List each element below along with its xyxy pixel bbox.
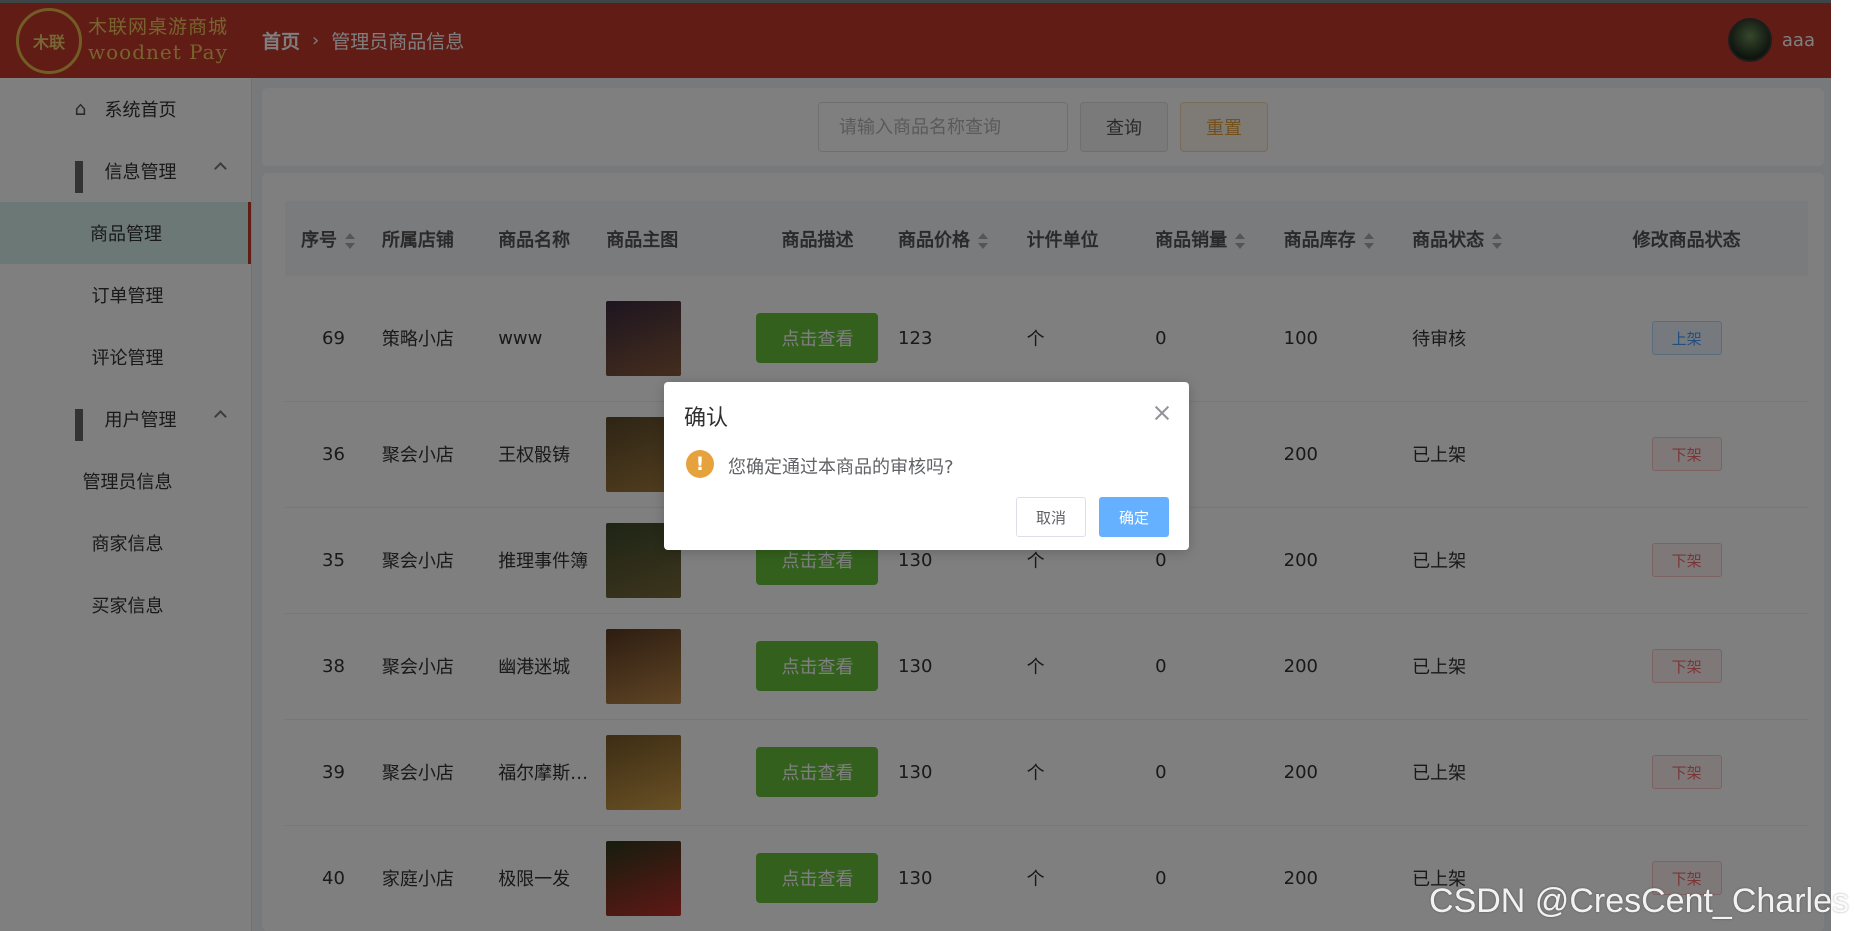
dialog-message: 您确定通过本商品的审核吗?	[728, 457, 954, 478]
confirm-button[interactable]: 确定	[1099, 497, 1169, 537]
watermark: CSDN @CresCent_Charles	[1429, 882, 1849, 920]
close-icon[interactable]	[1153, 404, 1171, 422]
dialog-title: 确认	[684, 406, 729, 431]
confirm-dialog: 确认 ! 您确定通过本商品的审核吗? 取消 确定	[664, 382, 1189, 550]
cancel-button[interactable]: 取消	[1016, 497, 1086, 537]
warning-icon: !	[686, 450, 714, 478]
window-edge	[1831, 0, 1855, 931]
